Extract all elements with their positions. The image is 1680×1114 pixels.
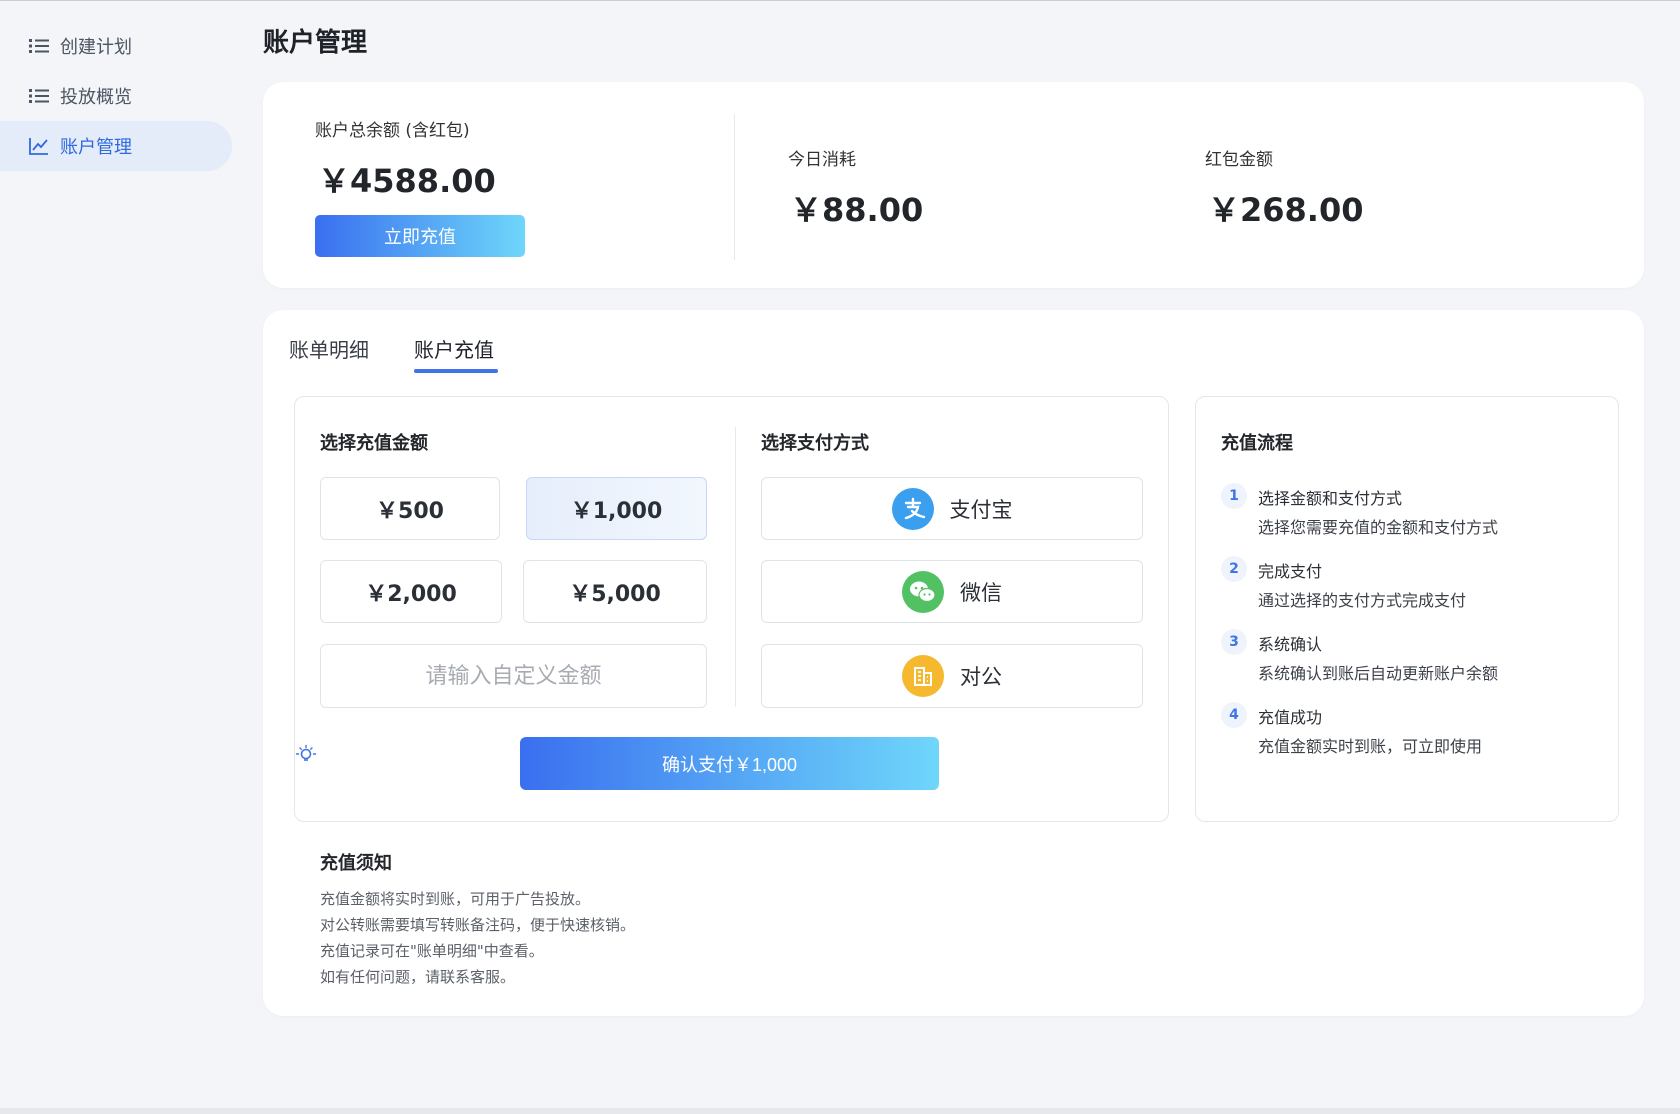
lightbulb-icon xyxy=(295,744,317,766)
tab-account-recharge[interactable]: 账户充值 xyxy=(414,334,494,363)
process-title: 充值流程 xyxy=(1221,433,1293,454)
step-description: 选择您需要充值的金额和支付方式 xyxy=(1258,518,1499,537)
payment-label: 支付宝 xyxy=(949,497,1013,522)
redpacket-label: 红包金额 xyxy=(1205,150,1273,170)
payment-label: 对公 xyxy=(960,665,1002,689)
line-chart-icon xyxy=(28,137,50,155)
active-tab-indicator xyxy=(414,369,498,373)
sidebar-item-account[interactable]: 账户管理 xyxy=(0,121,232,171)
balance-card: 账户总余额 (含红包) ￥4588.00 立即充值 今日消耗 ￥88.00 红包… xyxy=(263,82,1644,288)
list-icon xyxy=(28,37,50,55)
confirm-payment-button[interactable]: 确认支付￥1,000 xyxy=(520,737,939,790)
total-balance-value: ￥4588.00 xyxy=(318,162,496,200)
sidebar-item-overview[interactable]: 投放概览 xyxy=(0,71,232,121)
notice-line: 充值金额将实时到账，可用于广告投放。 xyxy=(320,890,591,908)
page-title: 账户管理 xyxy=(263,28,368,58)
sidebar: 创建计划 投放概览 账户管理 xyxy=(0,0,245,1108)
redpacket-value: ￥268.00 xyxy=(1208,191,1364,229)
sidebar-item-label: 投放概览 xyxy=(60,87,132,108)
notice-line: 充值记录可在"账单明细"中查看。 xyxy=(320,942,544,960)
payment-option-wechat[interactable]: 微信 xyxy=(761,560,1143,623)
today-spend-value: ￥88.00 xyxy=(790,191,924,229)
notice-line: 对公转账需要填写转账备注码，便于快速核销。 xyxy=(320,916,636,934)
step-title: 系统确认 xyxy=(1258,635,1323,654)
payment-option-corporate[interactable]: 对公 xyxy=(761,644,1143,708)
step-description: 充值金额实时到账，可立即使用 xyxy=(1258,737,1483,756)
stat-divider xyxy=(734,114,735,260)
today-spend-label: 今日消耗 xyxy=(788,150,856,170)
amount-option-5000[interactable]: ￥5,000 xyxy=(523,560,707,623)
sidebar-item-label: 创建计划 xyxy=(60,37,132,58)
amount-section-title: 选择充值金额 xyxy=(320,433,428,454)
amount-option-2000[interactable]: ￥2,000 xyxy=(320,560,502,623)
amount-option-500[interactable]: ￥500 xyxy=(320,477,500,540)
step-number: 1 xyxy=(1221,483,1247,509)
building-icon xyxy=(902,655,944,697)
window-top-border xyxy=(0,0,1680,1)
recharge-now-button[interactable]: 立即充值 xyxy=(315,215,525,257)
step-number: 4 xyxy=(1221,702,1247,728)
amount-option-1000[interactable]: ￥1,000 xyxy=(526,477,707,540)
recharge-card: 账单明细 账户充值 选择充值金额 ￥500 ￥1,000 ￥2,000 ￥5,0… xyxy=(263,310,1644,1016)
panel-divider xyxy=(735,427,736,707)
notice-line: 如有任何问题，请联系客服。 xyxy=(320,968,516,986)
tab-bill-details[interactable]: 账单明细 xyxy=(289,334,369,363)
sidebar-item-create-plan[interactable]: 创建计划 xyxy=(0,21,232,71)
notice-title: 充值须知 xyxy=(320,853,392,874)
list-icon xyxy=(28,87,50,105)
recharge-form-panel: 选择充值金额 ￥500 ￥1,000 ￥2,000 ￥5,000 选择支付方式 … xyxy=(294,396,1169,822)
window-bottom-bar xyxy=(0,1108,1680,1114)
step-description: 通过选择的支付方式完成支付 xyxy=(1258,591,1467,610)
step-title: 选择金额和支付方式 xyxy=(1258,489,1403,508)
step-title: 完成支付 xyxy=(1258,562,1323,581)
total-balance-label: 账户总余额 (含红包) xyxy=(315,121,470,141)
step-number: 2 xyxy=(1221,556,1247,582)
wechat-icon xyxy=(902,570,944,613)
payment-option-alipay[interactable]: 支付宝 xyxy=(761,477,1143,540)
payment-label: 微信 xyxy=(960,580,1002,605)
recharge-process-panel: 充值流程 1 选择金额和支付方式 选择您需要充值的金额和支付方式 2 完成支付 … xyxy=(1195,396,1619,822)
sidebar-item-label: 账户管理 xyxy=(60,137,132,158)
custom-amount-input[interactable] xyxy=(320,644,707,708)
alipay-icon xyxy=(891,487,934,530)
step-description: 系统确认到账后自动更新账户余额 xyxy=(1258,664,1499,683)
payment-section-title: 选择支付方式 xyxy=(761,433,869,454)
step-number: 3 xyxy=(1221,629,1247,655)
step-title: 充值成功 xyxy=(1258,708,1323,727)
